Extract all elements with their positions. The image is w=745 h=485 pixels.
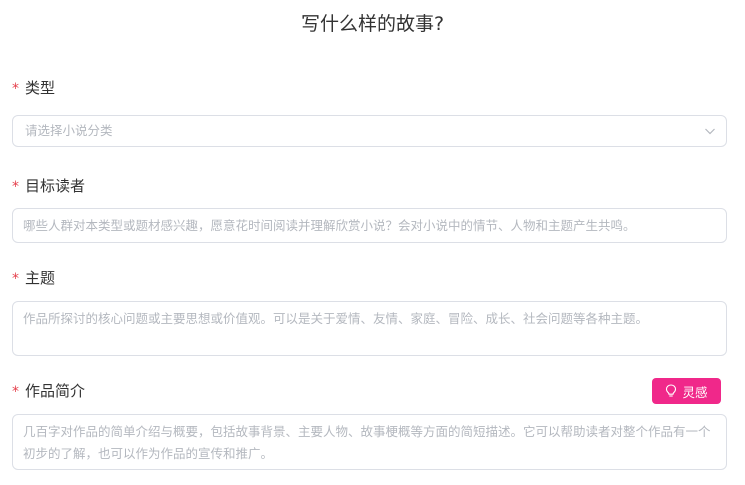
genre-label-text: 类型 <box>25 79 56 97</box>
synopsis-label: * 作品简介 <box>12 381 85 402</box>
synopsis-field[interactable] <box>12 414 727 470</box>
story-setup-form: 写什么样的故事? * 类型 请选择小说分类 * 目标读者 * 主题 * 作品简介 灵感 <box>0 0 745 485</box>
page-title: 写什么样的故事? <box>300 13 445 35</box>
audience-input[interactable] <box>13 209 726 242</box>
genre-select[interactable]: 请选择小说分类 <box>12 115 727 147</box>
inspiration-button-label: 灵感 <box>682 384 708 400</box>
theme-label-text: 主题 <box>25 269 56 287</box>
synopsis-label-text: 作品简介 <box>25 382 86 400</box>
chevron-down-icon <box>705 128 715 135</box>
required-mark: * <box>12 179 19 195</box>
required-mark: * <box>12 384 19 400</box>
required-mark: * <box>12 81 19 97</box>
inspiration-button[interactable]: 灵感 <box>652 378 721 404</box>
theme-label: * 主题 <box>12 268 55 289</box>
genre-select-placeholder: 请选择小说分类 <box>25 123 113 138</box>
genre-label: * 类型 <box>12 78 55 99</box>
audience-field[interactable] <box>12 208 727 243</box>
theme-field[interactable] <box>12 301 727 356</box>
lightbulb-icon <box>666 384 677 397</box>
synopsis-input[interactable] <box>13 415 726 469</box>
theme-input[interactable] <box>13 302 726 355</box>
required-mark: * <box>12 271 19 287</box>
audience-label-text: 目标读者 <box>25 177 86 195</box>
audience-label: * 目标读者 <box>12 176 85 197</box>
